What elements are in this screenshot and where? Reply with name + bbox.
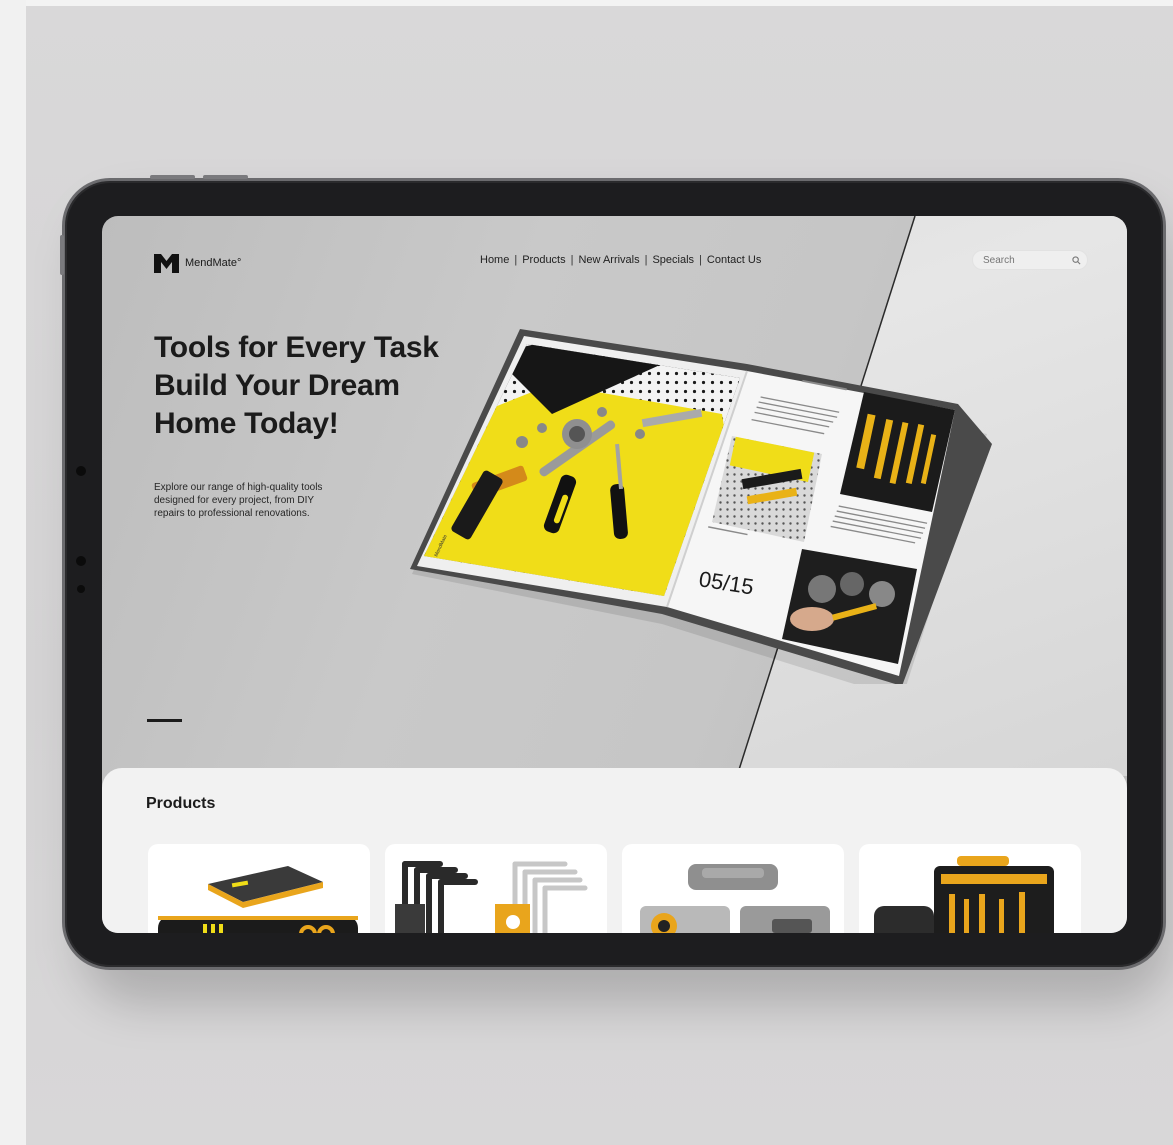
magazine-hero-image: MendMate 05/15 (410, 329, 992, 684)
nav-link-new-arrivals[interactable]: New Arrivals (573, 254, 644, 266)
nav-link-specials[interactable]: Specials (647, 254, 699, 266)
photo-border-top (0, 0, 1173, 6)
tablet-sensor-dot (76, 556, 86, 566)
product-card-tool-box-kit[interactable] (622, 844, 844, 933)
nav-link-home[interactable]: Home (475, 254, 514, 266)
hex-key-set-image (395, 861, 588, 933)
tablet-camera-dot (76, 466, 86, 476)
brand-logo-icon[interactable] (154, 254, 179, 273)
product-card-toolbox-set[interactable] (859, 844, 1081, 933)
products-section: Products (102, 768, 1127, 933)
nav-link-contact-us[interactable]: Contact Us (702, 254, 766, 266)
products-heading: Products (146, 795, 216, 812)
tablet-volume-button-top (150, 175, 195, 179)
brand-name[interactable]: MendMate° (185, 257, 241, 269)
slide-indicator[interactable] (147, 719, 182, 722)
tablet-screen: MendMate° Home | Products | New Arrivals… (102, 216, 1127, 933)
product-card-hex-key-set[interactable] (385, 844, 607, 933)
tool-box-kit-image (640, 864, 830, 933)
photo-border-left (0, 0, 26, 1145)
tool-kit-case-image (158, 866, 358, 933)
main-navigation: Home | Products | New Arrivals | Special… (475, 254, 766, 266)
search-input[interactable] (972, 250, 1088, 270)
toolbox-set-image (874, 856, 1054, 933)
hero-description: Explore our range of high-quality tools … (154, 482, 323, 519)
nav-link-products[interactable]: Products (517, 254, 570, 266)
tablet-sensor-dot-2 (77, 585, 85, 593)
tablet-side-button (60, 235, 64, 275)
search-icon[interactable] (1072, 256, 1081, 265)
product-card-tool-kit-case[interactable] (148, 844, 370, 933)
tablet-power-button (203, 175, 248, 179)
